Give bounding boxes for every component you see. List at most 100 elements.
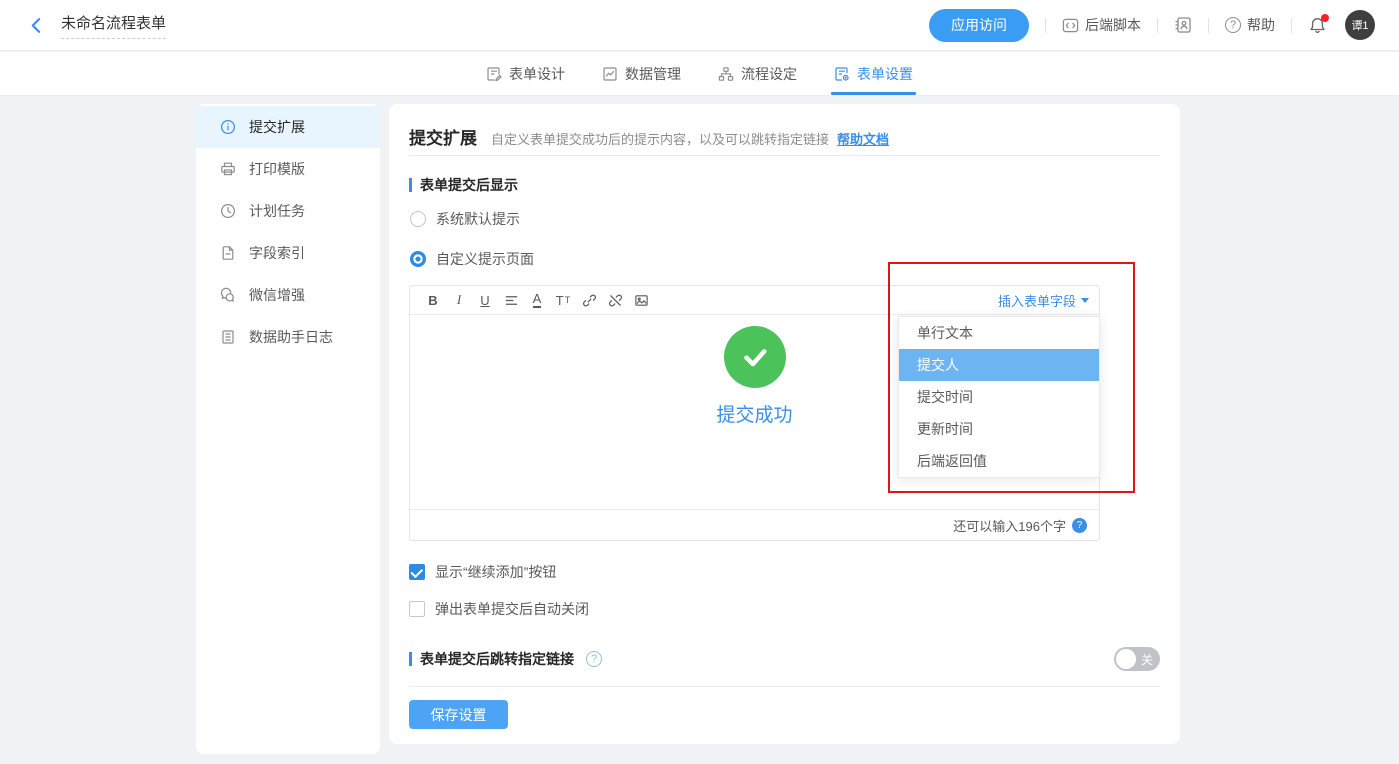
sidebar-item-data-assistant-log[interactable]: 数据助手日志 bbox=[196, 316, 380, 358]
unlink-button[interactable] bbox=[602, 293, 628, 308]
sidebar-item-submit-extension[interactable]: 提交扩展 bbox=[196, 106, 380, 148]
help-doc-link[interactable]: 帮助文档 bbox=[837, 129, 889, 148]
redirect-section-header: 表单提交后跳转指定链接 ? bbox=[409, 649, 602, 669]
help-button[interactable]: ? 帮助 bbox=[1225, 15, 1275, 35]
counter-help-icon[interactable]: ? bbox=[1072, 518, 1087, 533]
radio-label: 系统默认提示 bbox=[436, 209, 520, 229]
link-button[interactable] bbox=[576, 293, 602, 308]
divider bbox=[1208, 18, 1209, 33]
divider bbox=[1291, 18, 1292, 33]
tab-label: 表单设置 bbox=[857, 64, 913, 84]
insert-form-field-dropdown[interactable]: 插入表单字段 bbox=[998, 291, 1089, 310]
divider bbox=[409, 686, 1160, 687]
font-color-label: A bbox=[533, 292, 542, 308]
section-accent-bar bbox=[409, 652, 412, 666]
divider bbox=[409, 155, 1160, 156]
toggle-label: 关 bbox=[1141, 647, 1153, 671]
dropdown-item-single-line-text[interactable]: 单行文本 bbox=[899, 317, 1099, 349]
caret-down-icon bbox=[1081, 298, 1089, 303]
checkbox-label: 显示“继续添加”按钮 bbox=[435, 562, 556, 582]
contacts-icon bbox=[1174, 16, 1192, 34]
sidebar-item-label: 计划任务 bbox=[249, 201, 305, 221]
panel-header: 提交扩展 自定义表单提交成功后的提示内容，以及可以跳转指定链接 帮助文档 bbox=[409, 124, 889, 149]
sidebar-item-label: 打印模版 bbox=[249, 159, 305, 179]
checkbox-show-continue-add[interactable]: 显示“继续添加”按钮 bbox=[409, 562, 556, 582]
backend-script-label: 后端脚本 bbox=[1085, 15, 1141, 35]
tab-form-design[interactable]: 表单设计 bbox=[486, 52, 565, 95]
info-icon bbox=[220, 119, 236, 135]
radio-icon[interactable] bbox=[410, 211, 426, 227]
code-icon bbox=[1062, 17, 1079, 34]
section-title: 表单提交后显示 bbox=[420, 175, 518, 195]
divider bbox=[1157, 18, 1158, 33]
char-counter-strip: 还可以输入196个字 ? bbox=[410, 509, 1099, 540]
document-icon bbox=[220, 245, 236, 261]
contacts-button[interactable] bbox=[1174, 16, 1192, 34]
sidebar-item-label: 数据助手日志 bbox=[249, 327, 333, 347]
settings-sidebar: 提交扩展 打印模版 计划任务 字段索引 微信增强 bbox=[196, 104, 380, 754]
sidebar-item-wechat-enhance[interactable]: 微信增强 bbox=[196, 274, 380, 316]
dropdown-item-submit-time[interactable]: 提交时间 bbox=[899, 381, 1099, 413]
top-bar: 未命名流程表单 应用访问 后端脚本 ? 帮助 bbox=[0, 0, 1399, 51]
font-color-button[interactable]: A bbox=[524, 292, 550, 308]
clock-icon bbox=[220, 203, 236, 219]
italic-button[interactable]: I bbox=[446, 292, 472, 308]
char-counter: 还可以输入196个字 bbox=[953, 516, 1066, 535]
radio-custom-page[interactable]: 自定义提示页面 bbox=[410, 249, 534, 269]
page-subtitle: 自定义表单提交成功后的提示内容，以及可以跳转指定链接 bbox=[491, 129, 829, 148]
section-title: 表单提交后跳转指定链接 bbox=[420, 649, 574, 669]
app-access-button[interactable]: 应用访问 bbox=[929, 9, 1029, 42]
checkbox-unchecked-icon[interactable] bbox=[409, 601, 425, 617]
tab-flow-settings[interactable]: 流程设定 bbox=[718, 52, 797, 95]
redirect-toggle-off[interactable]: 关 bbox=[1114, 647, 1160, 671]
sidebar-item-label: 微信增强 bbox=[249, 285, 305, 305]
form-field-dropdown-menu: 单行文本 提交人 提交时间 更新时间 后端返回值 bbox=[898, 316, 1100, 478]
checkbox-auto-close[interactable]: 弹出表单提交后自动关闭 bbox=[409, 599, 589, 619]
form-design-icon bbox=[486, 66, 502, 82]
bold-button[interactable]: B bbox=[420, 293, 446, 308]
insert-form-field-label: 插入表单字段 bbox=[998, 291, 1076, 310]
tab-label: 数据管理 bbox=[625, 64, 681, 84]
tab-data-management[interactable]: 数据管理 bbox=[602, 52, 681, 95]
help-label: 帮助 bbox=[1247, 15, 1275, 35]
back-button[interactable] bbox=[28, 17, 45, 34]
font-size-small: T bbox=[565, 295, 571, 305]
divider bbox=[1045, 18, 1046, 33]
dropdown-item-backend-return-value[interactable]: 后端返回值 bbox=[899, 445, 1099, 477]
form-settings-icon bbox=[834, 66, 850, 82]
notification-badge bbox=[1321, 14, 1329, 22]
tab-bar: 表单设计 数据管理 流程设定 表单设置 bbox=[0, 52, 1399, 96]
page-title: 提交扩展 bbox=[409, 124, 477, 149]
sidebar-item-print-template[interactable]: 打印模版 bbox=[196, 148, 380, 190]
redirect-help-icon[interactable]: ? bbox=[586, 651, 602, 667]
font-size-large: T bbox=[556, 293, 564, 308]
user-avatar[interactable]: 谭1 bbox=[1345, 10, 1375, 40]
dropdown-item-update-time[interactable]: 更新时间 bbox=[899, 413, 1099, 445]
sidebar-item-label: 提交扩展 bbox=[249, 117, 305, 137]
form-title[interactable]: 未命名流程表单 bbox=[61, 12, 166, 39]
display-section-header: 表单提交后显示 bbox=[409, 175, 518, 195]
sidebar-item-field-index[interactable]: 字段索引 bbox=[196, 232, 380, 274]
backend-script-button[interactable]: 后端脚本 bbox=[1062, 15, 1141, 35]
printer-icon bbox=[220, 161, 236, 177]
sidebar-item-label: 字段索引 bbox=[249, 243, 305, 263]
save-settings-button[interactable]: 保存设置 bbox=[409, 700, 508, 729]
radio-system-default[interactable]: 系统默认提示 bbox=[410, 209, 520, 229]
image-button[interactable] bbox=[628, 293, 654, 308]
checkbox-checked-icon[interactable] bbox=[409, 564, 425, 580]
sidebar-item-scheduled-tasks[interactable]: 计划任务 bbox=[196, 190, 380, 232]
page: 未命名流程表单 应用访问 后端脚本 ? 帮助 bbox=[0, 0, 1399, 764]
dropdown-item-submitter[interactable]: 提交人 bbox=[899, 349, 1099, 381]
wechat-icon bbox=[220, 287, 236, 303]
font-size-button[interactable]: T T bbox=[550, 293, 576, 308]
data-management-icon bbox=[602, 66, 618, 82]
flow-settings-icon bbox=[718, 66, 734, 82]
submit-extension-panel: 提交扩展 自定义表单提交成功后的提示内容，以及可以跳转指定链接 帮助文档 表单提… bbox=[389, 104, 1180, 744]
underline-button[interactable]: U bbox=[472, 293, 498, 308]
notification-bell[interactable] bbox=[1308, 16, 1327, 35]
tab-form-settings[interactable]: 表单设置 bbox=[834, 52, 913, 95]
radio-icon-selected[interactable] bbox=[410, 251, 426, 267]
align-button[interactable] bbox=[498, 293, 524, 308]
radio-label: 自定义提示页面 bbox=[436, 249, 534, 269]
editor-toolbar: B I U A T T bbox=[410, 286, 1099, 315]
